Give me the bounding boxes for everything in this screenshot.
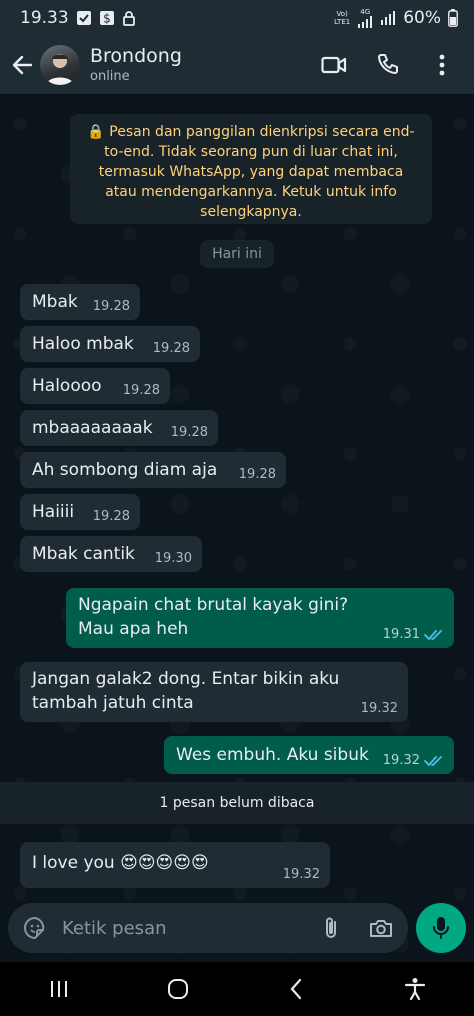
message-time-wrap: 19.31 xyxy=(383,627,444,643)
message-input-box[interactable] xyxy=(8,903,408,953)
message-time: 19.32 xyxy=(382,753,420,768)
message-text: I love you 😍😍😍😍😍 xyxy=(32,853,209,873)
back-nav-icon[interactable] xyxy=(266,969,326,1009)
message-time-wrap: 19.32 xyxy=(383,753,444,769)
menu-dots-icon[interactable] xyxy=(426,49,458,81)
attach-icon[interactable] xyxy=(316,913,346,943)
back-arrow-icon[interactable] xyxy=(4,47,40,83)
message-text: Wes embuh. Aku sibuk xyxy=(176,745,369,765)
message-bubble[interactable]: Haiiii 19.28 xyxy=(20,494,140,530)
message-time: 19.28 xyxy=(92,299,130,314)
unread-banner: 1 pesan belum dibaca xyxy=(0,782,474,824)
chat-header: Brondong online xyxy=(0,36,474,94)
clock: 19.33 xyxy=(20,8,69,28)
message-time: 19.31 xyxy=(382,627,420,642)
message-time: 19.32 xyxy=(360,701,398,716)
message-text: Jangan galak2 dong. Entar bikin aku tamb… xyxy=(32,669,345,713)
signal-2-icon xyxy=(380,11,396,25)
message-text: Haloo mbak xyxy=(32,334,134,354)
battery-icon xyxy=(448,9,458,27)
message-bubble-outgoing[interactable]: Ngapain chat brutal kayak gini? Mau apa … xyxy=(66,588,454,648)
message-bubble[interactable]: Jangan galak2 dong. Entar bikin aku tamb… xyxy=(20,662,408,722)
message-bubble-outgoing[interactable]: Wes embuh. Aku sibuk 19.32 xyxy=(164,736,454,774)
message-bubble[interactable]: Ah sombong diam aja 19.28 xyxy=(20,452,286,488)
status-bar: 19.33 $ Vo) LTE1 4G 60% xyxy=(0,0,474,36)
message-text: Mbak xyxy=(32,292,78,312)
message-text: mbaaaaaaaak xyxy=(32,418,153,438)
message-bubble[interactable]: Mbak 19.28 xyxy=(20,284,140,320)
avatar[interactable] xyxy=(40,45,80,85)
encryption-notice-text: 🔒 Pesan dan panggilan dienkripsi secara … xyxy=(87,124,415,220)
message-bubble[interactable]: Haloooo 19.28 xyxy=(20,368,170,404)
chat-area[interactable]: 🔒 Pesan dan panggilan dienkripsi secara … xyxy=(0,94,474,954)
message-text: Haiiii xyxy=(32,502,75,522)
message-text: Ah sombong diam aja xyxy=(32,460,218,480)
message-bubble[interactable]: Haloo mbak 19.28 xyxy=(20,326,200,362)
double-check-icon xyxy=(424,756,442,767)
message-time: 19.28 xyxy=(238,467,276,482)
message-bubble[interactable]: Mbak cantik 19.30 xyxy=(20,536,202,572)
message-bubble[interactable]: I love you 😍😍😍😍😍 19.32 xyxy=(20,842,330,888)
recents-icon[interactable] xyxy=(29,969,89,1009)
message-time: 19.28 xyxy=(170,425,208,440)
home-icon[interactable] xyxy=(148,969,208,1009)
date-chip: Hari ini xyxy=(200,240,274,268)
check-notification-icon xyxy=(76,10,92,26)
dollar-notification-icon: $ xyxy=(99,10,115,26)
mic-icon xyxy=(433,917,449,939)
encryption-notice[interactable]: 🔒 Pesan dan panggilan dienkripsi secara … xyxy=(70,114,432,224)
volte-indicator: Vo) LTE1 xyxy=(334,10,351,26)
contact-info[interactable]: Brondong online xyxy=(90,44,182,86)
message-text: Mbak cantik xyxy=(32,544,135,564)
system-nav-bar xyxy=(0,962,474,1016)
mic-button[interactable] xyxy=(416,903,466,953)
message-bubble[interactable]: mbaaaaaaaak 19.28 xyxy=(20,410,218,446)
contact-status: online xyxy=(90,69,130,84)
battery-level: 60% xyxy=(403,8,441,28)
message-time: 19.28 xyxy=(92,509,130,524)
composer xyxy=(8,902,466,954)
message-time: 19.28 xyxy=(152,341,190,356)
message-time: 19.28 xyxy=(122,383,160,398)
message-time: 19.30 xyxy=(154,551,192,566)
camera-icon[interactable] xyxy=(366,913,396,943)
contact-name: Brondong xyxy=(90,45,182,67)
message-text: Ngapain chat brutal kayak gini? Mau apa … xyxy=(78,595,354,639)
phone-icon[interactable] xyxy=(372,49,404,81)
lock-notification-icon xyxy=(122,10,136,26)
double-check-icon xyxy=(424,630,442,641)
accessibility-icon[interactable] xyxy=(385,969,445,1009)
message-time: 19.32 xyxy=(282,867,320,882)
svg-text:$: $ xyxy=(103,12,111,26)
message-text: Haloooo xyxy=(32,376,102,396)
video-call-icon[interactable] xyxy=(318,49,350,81)
message-input[interactable] xyxy=(62,917,316,939)
signal-icon: 4G xyxy=(357,8,373,28)
sticker-icon[interactable] xyxy=(20,913,50,943)
